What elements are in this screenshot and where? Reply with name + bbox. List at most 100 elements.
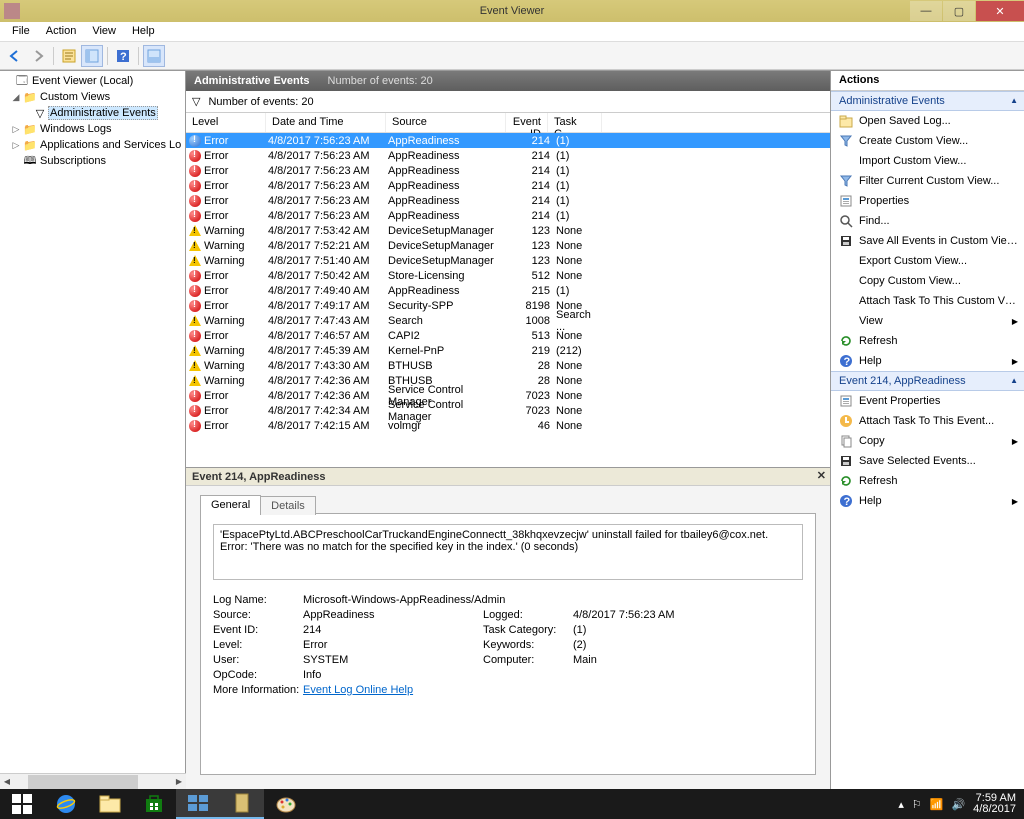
tray-chevron-up-icon[interactable]: ▴ [898,798,904,811]
table-row[interactable]: Error4/8/2017 7:50:42 AMStore-Licensing5… [186,268,830,283]
table-row[interactable]: Warning4/8/2017 7:47:43 AMSearch1008Sear… [186,313,830,328]
menu-help[interactable]: Help [124,22,163,41]
table-row[interactable]: Error4/8/2017 7:42:15 AMvolmgr46None [186,418,830,433]
menu-file[interactable]: File [4,22,38,41]
action-item[interactable]: ?Help▶ [831,491,1024,511]
action-item[interactable]: Find... [831,211,1024,231]
taskbar-eventvwr[interactable] [220,789,264,819]
tab-general[interactable]: General [200,495,261,514]
action-item[interactable]: Import Custom View... [831,151,1024,171]
table-row[interactable]: Error4/8/2017 7:56:23 AMAppReadiness214(… [186,148,830,163]
table-row[interactable]: Warning4/8/2017 7:45:39 AMKernel-PnP219(… [186,343,830,358]
tab-details[interactable]: Details [260,496,316,515]
close-button[interactable]: ✕ [976,1,1024,21]
actions-section-admin[interactable]: Administrative Events▲ [831,91,1024,111]
col-taskcat[interactable]: Task C... [548,113,602,132]
table-row[interactable]: Warning4/8/2017 7:52:21 AMDeviceSetupMan… [186,238,830,253]
tree-root[interactable]: 🗔Event Viewer (Local) [0,73,185,89]
action-item[interactable]: Refresh [831,471,1024,491]
detail-close-button[interactable]: ✕ [817,469,826,482]
action-item[interactable]: ?Help▶ [831,351,1024,371]
action-item[interactable]: Copy Custom View... [831,271,1024,291]
tray-volume-icon[interactable]: 🔊 [951,798,965,811]
grid-body[interactable]: Error4/8/2017 7:56:23 AMAppReadiness214(… [186,133,830,467]
col-source[interactable]: Source [386,113,506,132]
menu-action[interactable]: Action [38,22,85,41]
tray-flag-icon[interactable]: ⚐ [912,798,922,811]
back-button[interactable] [4,45,26,67]
col-level[interactable]: Level [186,113,266,132]
taskbar-store[interactable] [132,789,176,819]
minimize-button[interactable]: — [910,1,942,21]
tree-admin-events[interactable]: ▽Administrative Events [0,105,185,121]
filter-icon[interactable]: ▽ [192,95,200,108]
action-item[interactable]: Save Selected Events... [831,451,1024,471]
table-row[interactable]: Warning4/8/2017 7:42:36 AMBTHUSB28None [186,373,830,388]
forward-button[interactable] [27,45,49,67]
grid-header[interactable]: Level Date and Time Source Event ID Task… [186,113,830,133]
tray-clock[interactable]: 7:59 AM4/8/2017 [973,793,1016,815]
action-item[interactable]: Filter Current Custom View... [831,171,1024,191]
preview-pane-button[interactable] [143,45,165,67]
action-item[interactable]: Attach Task To This Custom Vie... [831,291,1024,311]
action-item[interactable]: Create Custom View... [831,131,1024,151]
table-row[interactable]: Error4/8/2017 7:46:57 AMCAPI2513None [186,328,830,343]
cell-date: 4/8/2017 7:56:23 AM [268,150,388,162]
table-row[interactable]: Error4/8/2017 7:56:23 AMAppReadiness214(… [186,178,830,193]
refresh-icon [837,474,855,488]
show-hide-action-button[interactable] [58,45,80,67]
tree-subscriptions[interactable]: 🕮Subscriptions [0,153,185,169]
table-row[interactable]: Error4/8/2017 7:56:23 AMAppReadiness214(… [186,193,830,208]
taskbar-ie[interactable] [44,789,88,819]
action-label: Refresh [855,475,1018,487]
tray-network-icon[interactable]: 📶 [930,798,944,811]
start-button[interactable] [0,789,44,819]
action-item[interactable]: Event Properties [831,391,1024,411]
table-row[interactable]: Warning4/8/2017 7:43:30 AMBTHUSB28None [186,358,830,373]
nav-tree[interactable]: 🗔Event Viewer (Local) ◢📁Custom Views ▽Ad… [0,71,186,789]
table-row[interactable]: Error4/8/2017 7:42:36 AMService Control … [186,388,830,403]
online-help-link[interactable]: Event Log Online Help [303,684,413,696]
cell-date: 4/8/2017 7:42:36 AM [268,390,388,402]
action-item[interactable]: Copy▶ [831,431,1024,451]
action-item[interactable]: Properties [831,191,1024,211]
tree-h-scrollbar[interactable]: ◀ ▶ [0,773,186,789]
taskbar-mmc[interactable] [176,789,220,819]
action-item[interactable]: Open Saved Log... [831,111,1024,131]
k-taskcat: Task Category: [483,624,573,636]
table-row[interactable]: Error4/8/2017 7:49:40 AMAppReadiness215(… [186,283,830,298]
scroll-left-icon[interactable]: ◀ [0,777,14,786]
taskbar[interactable]: ▴ ⚐ 📶 🔊 7:59 AM4/8/2017 [0,789,1024,819]
actions-section-event[interactable]: Event 214, AppReadiness▲ [831,371,1024,391]
table-row[interactable]: Error4/8/2017 7:56:23 AMAppReadiness214(… [186,163,830,178]
maximize-button[interactable]: ▢ [943,1,975,21]
table-row[interactable]: Error4/8/2017 7:42:34 AMService Control … [186,403,830,418]
action-item[interactable]: Export Custom View... [831,251,1024,271]
show-hide-tree-button[interactable] [81,45,103,67]
action-label: Event Properties [855,395,1018,407]
scroll-thumb[interactable] [28,775,138,789]
taskbar-paint[interactable] [264,789,308,819]
scroll-right-icon[interactable]: ▶ [172,777,186,786]
table-row[interactable]: Error4/8/2017 7:49:17 AMSecurity-SPP8198… [186,298,830,313]
action-item[interactable]: Attach Task To This Event... [831,411,1024,431]
help-button[interactable]: ? [112,45,134,67]
action-item[interactable]: Save All Events in Custom View ... [831,231,1024,251]
action-label: Help [855,495,1012,507]
cell-taskcat: (1) [550,180,598,192]
tree-windows-logs[interactable]: ▷📁Windows Logs [0,121,185,137]
cell-level: Warning [204,360,268,372]
cell-level: Error [204,390,268,402]
taskbar-explorer[interactable] [88,789,132,819]
tree-custom-views[interactable]: ◢📁Custom Views [0,89,185,105]
table-row[interactable]: Warning4/8/2017 7:53:42 AMDeviceSetupMan… [186,223,830,238]
table-row[interactable]: Error4/8/2017 7:56:23 AMAppReadiness214(… [186,133,830,148]
action-item[interactable]: Refresh [831,331,1024,351]
table-row[interactable]: Error4/8/2017 7:56:23 AMAppReadiness214(… [186,208,830,223]
col-date[interactable]: Date and Time [266,113,386,132]
col-eventid[interactable]: Event ID [506,113,548,132]
table-row[interactable]: Warning4/8/2017 7:51:40 AMDeviceSetupMan… [186,253,830,268]
action-item[interactable]: View▶ [831,311,1024,331]
system-tray[interactable]: ▴ ⚐ 📶 🔊 7:59 AM4/8/2017 [898,793,1024,815]
menu-view[interactable]: View [84,22,124,41]
